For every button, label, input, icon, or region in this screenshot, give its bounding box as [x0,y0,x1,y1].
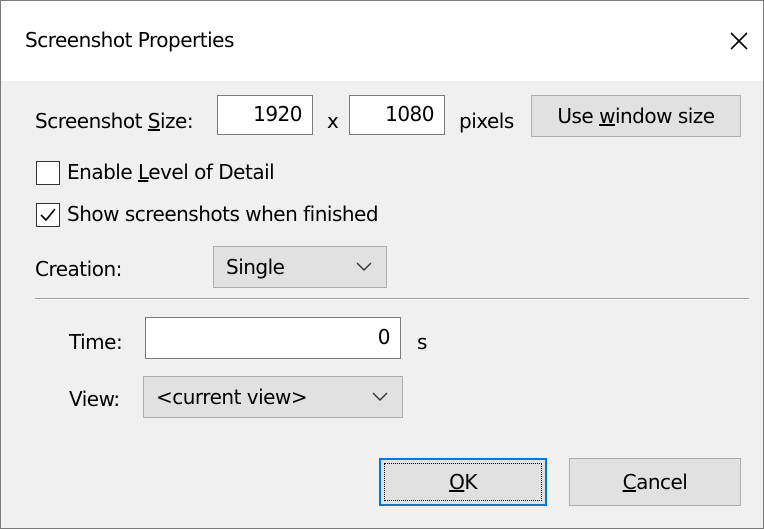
section-divider [35,298,749,300]
use-window-size-button[interactable]: Use window size [531,95,741,137]
enable-lod-label[interactable]: Enable Level of Detail [67,160,275,184]
show-screenshots-label[interactable]: Show screenshots when finished [67,202,379,226]
chevron-down-icon [372,392,388,401]
close-button[interactable] [715,17,763,65]
creation-dropdown[interactable]: Single [213,246,387,288]
ok-button[interactable]: OK [379,458,547,506]
dialog-body: Screenshot Size: 1920 x 1080 pixels Use … [1,81,763,528]
dialog-title: Screenshot Properties [25,28,234,52]
height-input[interactable]: 1080 [349,95,445,135]
view-selected-value: <current view> [156,385,308,409]
width-input[interactable]: 1920 [217,95,313,135]
checkmark-icon [40,208,56,222]
close-icon [730,32,748,50]
time-label: Time: [69,330,123,354]
show-screenshots-checkbox[interactable] [36,203,60,227]
screenshot-properties-dialog: Screenshot Properties Screenshot Size: 1… [0,0,764,529]
creation-label: Creation: [35,257,122,281]
focus-indicator [384,463,542,501]
times-label: x [327,109,339,133]
pixels-unit-label: pixels [459,109,514,133]
creation-selected-value: Single [226,255,285,279]
screenshot-size-label: Screenshot Size: [35,109,194,133]
enable-lod-checkbox[interactable] [36,161,60,185]
view-label: View: [69,387,120,411]
view-dropdown[interactable]: <current view> [143,376,403,418]
time-unit-label: s [417,330,427,354]
chevron-down-icon [356,262,372,271]
time-input[interactable]: 0 [145,317,401,359]
title-bar: Screenshot Properties [1,1,763,81]
cancel-button[interactable]: Cancel [569,458,741,506]
